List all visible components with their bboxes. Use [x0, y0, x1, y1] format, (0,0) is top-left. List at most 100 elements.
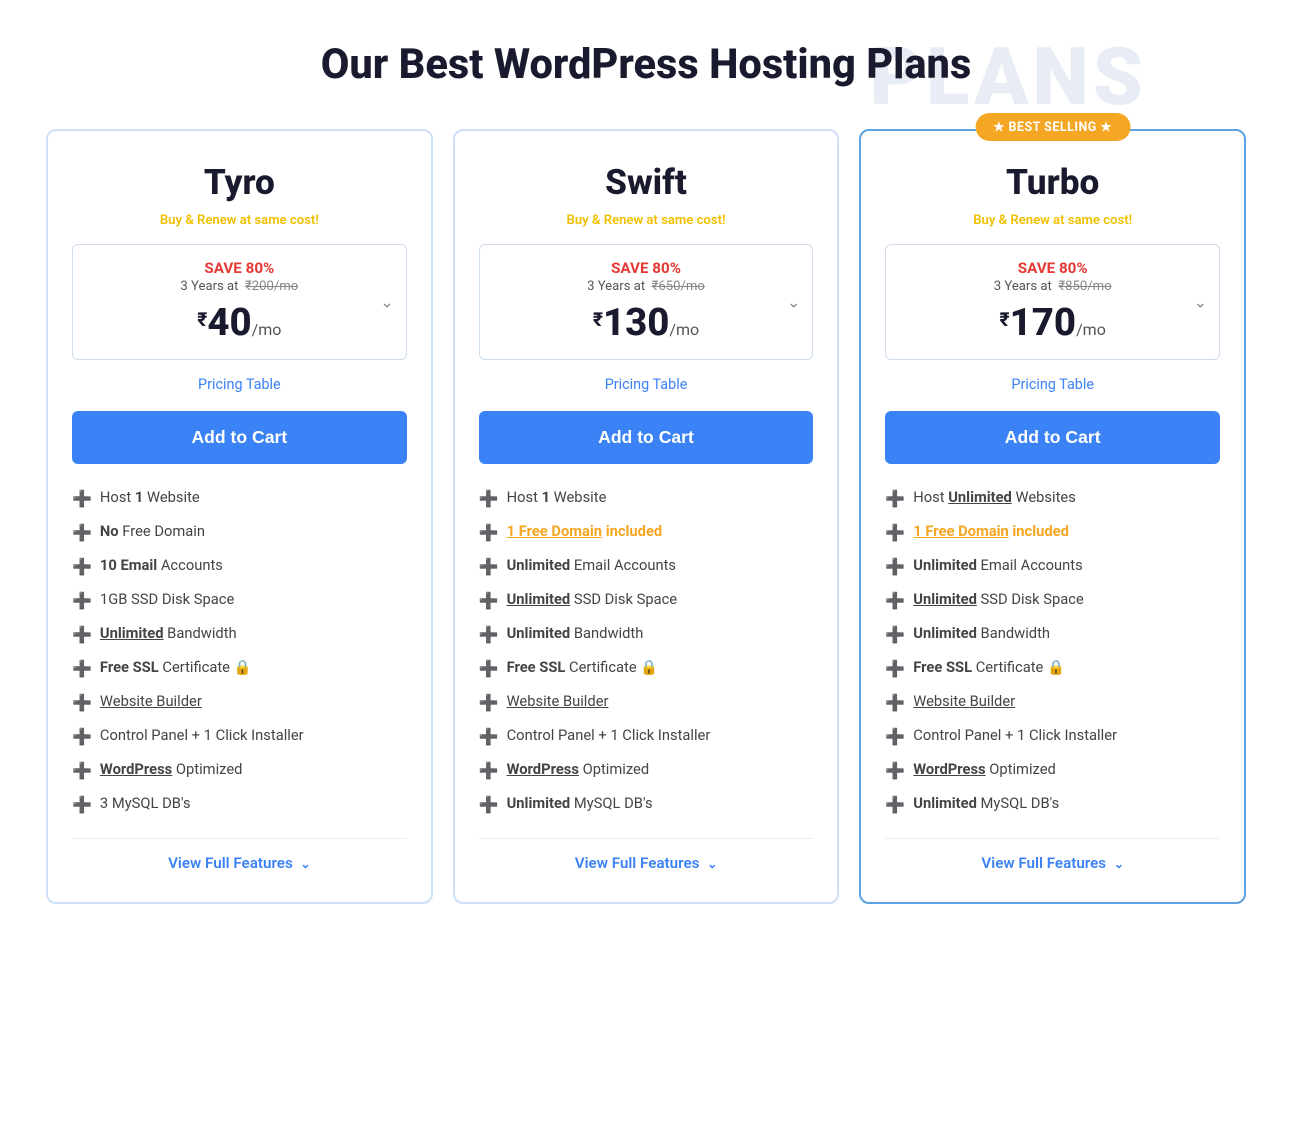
feature-text-part: Free SSL — [100, 658, 159, 676]
feature-text: Control Panel + 1 Click Installer — [507, 726, 711, 744]
plan-name: Turbo — [885, 161, 1220, 203]
feature-item: ➕ Website Builder — [479, 692, 814, 712]
feature-text-part: 1 — [542, 488, 550, 506]
plan-card-tyro: Tyro Buy & Renew at same cost! SAVE 80% … — [46, 129, 433, 904]
feature-text-part: Free SSL — [913, 658, 972, 676]
pricing-table-anchor[interactable]: Pricing Table — [198, 376, 281, 393]
view-features-link[interactable]: View Full Features ⌄ — [981, 854, 1124, 872]
feature-text: Host 1 Website — [100, 488, 200, 506]
feature-bullet-icon: ➕ — [885, 489, 905, 508]
feature-text-part: WordPress — [913, 760, 985, 778]
view-features-chevron-icon: ⌄ — [1114, 857, 1124, 871]
feature-bullet-icon: ➕ — [885, 659, 905, 678]
feature-text-part: Website — [143, 488, 199, 506]
feature-text: Unlimited SSD Disk Space — [507, 590, 678, 608]
page-title-wrapper: PLANS Our Best WordPress Hosting Plans — [20, 40, 1272, 89]
feature-text-part: 1GB — [100, 590, 127, 608]
feature-text: Unlimited Bandwidth — [913, 624, 1050, 642]
feature-bullet-icon: ➕ — [479, 591, 499, 610]
view-features-link[interactable]: View Full Features ⌄ — [575, 854, 718, 872]
feature-item: ➕ Website Builder — [885, 692, 1220, 712]
features-list: ➕ Host Unlimited Websites ➕ 1 Free Domai… — [885, 488, 1220, 814]
price-chevron-down-icon[interactable]: ⌄ — [787, 293, 800, 312]
feature-text-part: Free SSL — [507, 658, 566, 676]
feature-bullet-icon: ➕ — [885, 523, 905, 542]
feature-text: Website Builder — [507, 692, 609, 710]
view-features-chevron-icon: ⌄ — [707, 857, 717, 871]
feature-text: Control Panel + 1 Click Installer — [100, 726, 304, 744]
view-features-section: View Full Features ⌄ — [479, 838, 814, 872]
feature-item: ➕ 3 MySQL DB's — [72, 794, 407, 814]
feature-bullet-icon: ➕ — [479, 693, 499, 712]
plan-card-swift: Swift Buy & Renew at same cost! SAVE 80%… — [453, 129, 840, 904]
buy-renew-label: Buy & Renew at same cost! — [885, 213, 1220, 228]
plans-container: Tyro Buy & Renew at same cost! SAVE 80% … — [46, 129, 1246, 904]
price-box: SAVE 80% 3 Years at ₹200/mo ₹40/mo ⌄ — [72, 244, 407, 360]
view-features-link[interactable]: View Full Features ⌄ — [168, 854, 311, 872]
buy-renew-label: Buy & Renew at same cost! — [479, 213, 814, 228]
feature-text-part: WordPress — [100, 760, 172, 778]
feature-bullet-icon: ➕ — [72, 591, 92, 610]
currency-symbol: ₹ — [593, 308, 603, 331]
feature-text: Unlimited Email Accounts — [913, 556, 1082, 574]
feature-item: ➕ Host Unlimited Websites — [885, 488, 1220, 508]
feature-text: Unlimited Bandwidth — [507, 624, 644, 642]
feature-text-part: Optimized — [172, 760, 242, 778]
original-price: ₹650/mo — [652, 279, 705, 294]
pricing-table-link[interactable]: Pricing Table — [72, 374, 407, 393]
price-chevron-down-icon[interactable]: ⌄ — [1194, 293, 1207, 312]
feature-text-part: Certificate — [159, 658, 234, 676]
feature-text-part: Unlimited — [507, 624, 571, 642]
feature-bullet-icon: ➕ — [479, 523, 499, 542]
price-chevron-down-icon[interactable]: ⌄ — [380, 293, 393, 312]
feature-text-part: Host — [507, 488, 542, 506]
feature-text-part: Unlimited — [913, 556, 977, 574]
feature-bullet-icon: ➕ — [72, 659, 92, 678]
add-to-cart-button[interactable]: Add to Cart — [885, 411, 1220, 464]
feature-text-part: Unlimited — [913, 590, 977, 608]
feature-text-part: 🔒 — [1047, 659, 1065, 676]
feature-text-part: Website Builder — [507, 692, 609, 710]
feature-bullet-icon: ➕ — [479, 557, 499, 576]
feature-text-part: MySQL DB's — [570, 794, 652, 812]
pricing-table-anchor[interactable]: Pricing Table — [1011, 376, 1094, 393]
feature-text: Unlimited SSD Disk Space — [913, 590, 1084, 608]
per-month: /mo — [252, 320, 282, 339]
feature-bullet-icon: ➕ — [72, 557, 92, 576]
feature-text-part: included — [602, 522, 662, 540]
feature-text-part: Website — [550, 488, 606, 506]
current-price: ₹130/mo — [496, 300, 797, 345]
feature-bullet-icon: ➕ — [885, 727, 905, 746]
feature-text-part: Unlimited — [913, 794, 977, 812]
feature-text-part: Email Accounts — [977, 556, 1083, 574]
current-price: ₹40/mo — [89, 300, 390, 345]
feature-item: ➕ Control Panel + 1 Click Installer — [885, 726, 1220, 746]
feature-text-part: 1 Free Domain — [507, 522, 602, 540]
pricing-table-link[interactable]: Pricing Table — [885, 374, 1220, 393]
feature-text: Free SSL Certificate 🔒 — [913, 658, 1065, 676]
feature-bullet-icon: ➕ — [885, 557, 905, 576]
feature-bullet-icon: ➕ — [885, 625, 905, 644]
feature-item: ➕ WordPress Optimized — [885, 760, 1220, 780]
feature-text-part: Control Panel + 1 Click Installer — [913, 726, 1117, 744]
feature-item: ➕ Free SSL Certificate 🔒 — [479, 658, 814, 678]
add-to-cart-button[interactable]: Add to Cart — [72, 411, 407, 464]
feature-bullet-icon: ➕ — [72, 795, 92, 814]
feature-bullet-icon: ➕ — [72, 693, 92, 712]
feature-bullet-icon: ➕ — [885, 591, 905, 610]
pricing-table-anchor[interactable]: Pricing Table — [605, 376, 688, 393]
feature-item: ➕ Unlimited Bandwidth — [479, 624, 814, 644]
original-price: ₹850/mo — [1058, 279, 1111, 294]
current-price: ₹170/mo — [902, 300, 1203, 345]
feature-text-part: 10 Email — [100, 556, 157, 574]
add-to-cart-button[interactable]: Add to Cart — [479, 411, 814, 464]
pricing-table-link[interactable]: Pricing Table — [479, 374, 814, 393]
feature-bullet-icon: ➕ — [885, 693, 905, 712]
feature-text-part: MySQL DB's — [108, 794, 190, 812]
feature-text: Host Unlimited Websites — [913, 488, 1076, 506]
feature-text-part: Unlimited — [507, 556, 571, 574]
feature-bullet-icon: ➕ — [479, 625, 499, 644]
feature-text-part: Unlimited — [100, 624, 164, 642]
feature-bullet-icon: ➕ — [72, 727, 92, 746]
feature-text-part: MySQL DB's — [977, 794, 1059, 812]
